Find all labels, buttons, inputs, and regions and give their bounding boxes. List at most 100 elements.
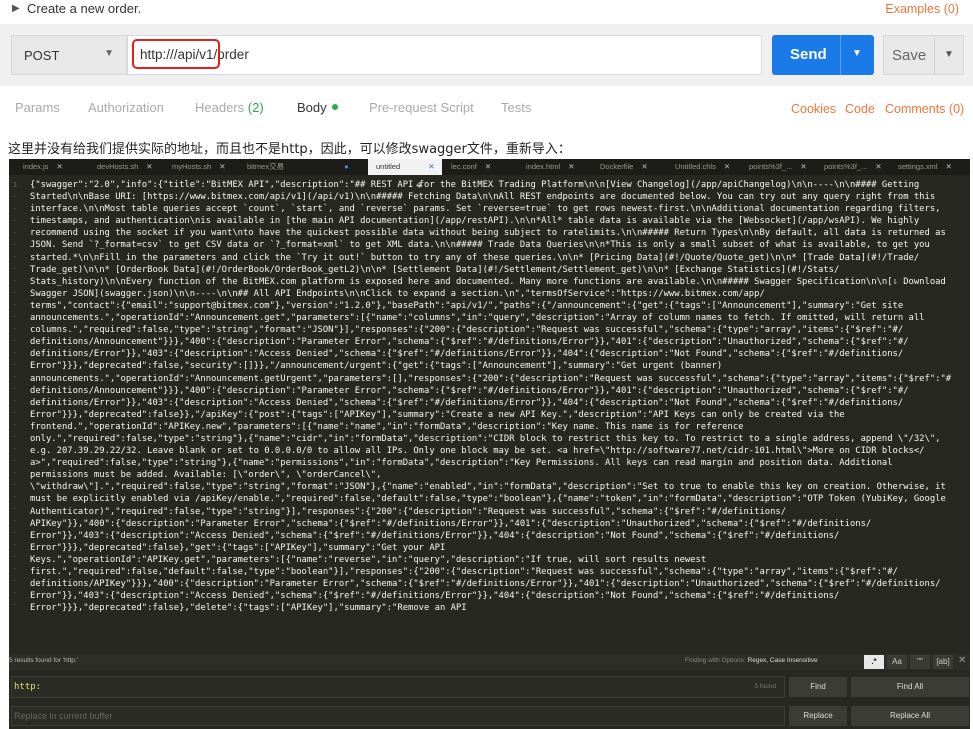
save-divider (934, 36, 935, 74)
code-line: Error"}}},"deprecated":false}},"/apiKey"… (30, 409, 845, 420)
find-button[interactable]: Find (789, 677, 847, 697)
unsaved-dot-icon[interactable]: ● (344, 162, 349, 171)
editor-tab[interactable]: index.js ✕ (23, 159, 63, 175)
wrap-marker: · (12, 325, 18, 333)
code-line: Error"}},"403":{"description":"Access De… (30, 591, 840, 602)
close-icon[interactable]: ✕ (946, 162, 952, 171)
case-toggle[interactable]: Aa (887, 655, 907, 669)
editor-tab[interactable]: settings.xml ✕ (898, 159, 952, 175)
wrap-marker: · (12, 373, 18, 381)
code-link[interactable]: Code (845, 102, 875, 116)
wrap-marker: · (12, 313, 18, 321)
editor-tab[interactable]: index.html ✕ (526, 159, 574, 175)
save-chevron-down-icon[interactable]: ▼ (944, 49, 954, 60)
find-options-text: Finding with Options: Regex, Case Insens… (685, 657, 818, 664)
code-line: Error"}},"403":{"description":"Access De… (30, 530, 840, 541)
close-icon[interactable]: ✕ (146, 162, 152, 171)
tab-body-label: Body (297, 100, 327, 115)
code-line: Stats_history)\n\nEvery function of the … (30, 276, 946, 287)
tab-headers[interactable]: Headers (2) (195, 100, 264, 115)
method-label: POST (24, 48, 60, 63)
replace-button[interactable]: Replace (789, 706, 847, 726)
editor-tab[interactable]: points%3f_... ✕ (749, 159, 807, 175)
close-icon[interactable]: ✕ (800, 162, 806, 171)
wrap-marker: · (12, 421, 18, 429)
cookies-link[interactable]: Cookies (791, 102, 836, 116)
code-line: APIKey"}},"400":{"description":"Paramete… (30, 518, 872, 529)
comments-link[interactable]: Comments (0) (885, 102, 964, 116)
tab-params[interactable]: Params (15, 100, 60, 115)
code-line: Error"}}},"deprecated":false},"delete":{… (30, 603, 467, 614)
code-line: Error"}}},"deprecated":false},"get":{"ta… (30, 542, 446, 553)
article-note: 这里并没有给我们提供实际的地址，而且也不是http，因此，可以修改swagger… (8, 142, 571, 157)
highlight-annotation (132, 39, 220, 69)
wrap-marker: · (12, 253, 18, 261)
close-icon[interactable]: ✕ (724, 162, 730, 171)
wrap-marker: · (12, 337, 18, 345)
replace-placeholder: Replace in current buffer (14, 711, 113, 721)
editor-tab-label: Dockerfile (600, 162, 634, 171)
code-line: frontend.","operationId":"APIKey.new","p… (30, 421, 744, 432)
wrap-marker: · (12, 517, 18, 525)
wrap-marker: · (12, 481, 18, 489)
code-line: Trade_get)\n\n* [OrderBook Data](#!/Orde… (30, 264, 840, 275)
tab-tests[interactable]: Tests (501, 100, 531, 115)
request-header: ▶ Create a new order. Examples (0) (0, 0, 973, 22)
send-button[interactable]: Send ▼ (772, 35, 874, 75)
regex-toggle[interactable]: .* (864, 655, 884, 669)
code-line: announcements.","operationId":"Announcem… (30, 373, 952, 384)
tab-authorization[interactable]: Authorization (88, 100, 164, 115)
wrap-marker: · (12, 217, 18, 225)
save-label: Save (892, 47, 927, 64)
code-line: terms","contact":{"email":"support@bitme… (30, 300, 904, 311)
code-line: definitions/Error"}},"403":{"description… (30, 397, 904, 408)
send-chevron-down-icon[interactable]: ▼ (852, 48, 862, 59)
tab-pre-request-script[interactable]: Pre-request Script (369, 100, 474, 115)
close-icon[interactable]: ✕ (875, 162, 881, 171)
code-line: e.g. 207.39.29.22/32. Leave blank or set… (30, 446, 925, 457)
find-input[interactable]: http: 5 found (11, 676, 785, 698)
wrap-marker: · (12, 493, 18, 501)
wrap-toggle[interactable]: [ab] (933, 655, 953, 669)
replace-input[interactable]: Replace in current buffer (11, 706, 785, 726)
code-line: columns.","required":false,"type":"strin… (30, 325, 904, 336)
close-icon[interactable]: ✕ (56, 162, 62, 171)
close-icon[interactable]: ✕ (219, 162, 225, 171)
editor-tab[interactable]: devHosts.sh ✕ (97, 159, 153, 175)
editor-tab[interactable]: lec.conf ✕ (451, 159, 491, 175)
editor-tab[interactable]: points%3f_... ✕ (824, 159, 882, 175)
method-select[interactable]: POST ▼ (11, 35, 127, 75)
editor-tab[interactable]: Dockerfile ✕ (600, 159, 648, 175)
editor-tab[interactable]: Untitled.chls ✕ (675, 159, 730, 175)
wrap-marker: · (12, 397, 18, 405)
wrap-marker: · (12, 601, 18, 609)
editor-tab-active[interactable]: untitled ✕ (368, 159, 443, 175)
wrap-marker: · (12, 301, 18, 309)
editor-tab-label: bitmex交易 (247, 162, 285, 171)
tab-body[interactable]: Body (297, 100, 338, 115)
close-find-icon[interactable]: ✕ (958, 655, 966, 666)
wrap-marker: · (12, 289, 18, 297)
editor-tab-label: points%3f_... (749, 162, 793, 171)
examples-dropdown[interactable]: Examples (0) (885, 2, 959, 16)
editor-tab[interactable]: bitmex交易 ● (247, 159, 349, 175)
wrap-marker: · (12, 277, 18, 285)
url-input[interactable]: http:///api/v1/order (127, 35, 762, 75)
find-options-value: Regex, Case Insensitive (747, 657, 818, 664)
save-button[interactable]: Save ▼ (883, 35, 964, 75)
wrap-marker: · (12, 565, 18, 573)
editor-tab[interactable]: myHosts.sh ✕ (172, 159, 225, 175)
wrap-marker: · (12, 229, 18, 237)
close-icon[interactable]: ✕ (641, 162, 647, 171)
close-icon[interactable]: ✕ (428, 162, 434, 171)
code-area[interactable]: ⌖ {"swagger":"2.0","info":{"title":"BitM… (30, 179, 968, 649)
find-all-button[interactable]: Find All (851, 677, 969, 697)
whole-word-toggle[interactable]: "" (910, 655, 930, 669)
collapse-arrow-icon[interactable]: ▶ (12, 3, 20, 14)
editor-tab-label: points%3f_... (824, 162, 868, 171)
replace-all-button[interactable]: Replace All (851, 706, 969, 726)
send-label: Send (790, 46, 827, 63)
editor-tab-label: settings.xml (898, 162, 938, 171)
close-icon[interactable]: ✕ (568, 162, 574, 171)
close-icon[interactable]: ✕ (485, 162, 491, 171)
